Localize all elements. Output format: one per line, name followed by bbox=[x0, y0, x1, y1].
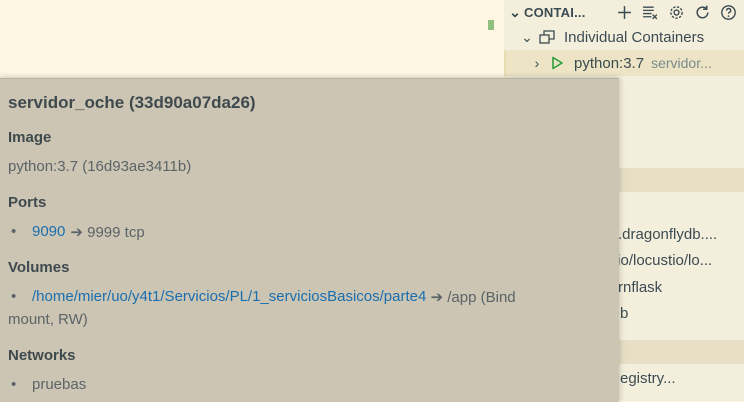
tree-item-container[interactable]: › python:3.7 servidor... bbox=[504, 50, 744, 76]
refresh-icon[interactable] bbox=[692, 2, 712, 22]
container-image-name: python:3.7 bbox=[574, 54, 645, 72]
bullet: • bbox=[11, 288, 17, 305]
image-heading: Image bbox=[8, 129, 52, 146]
volume-path-link[interactable]: /home/mier/uo/y4t1/Servicios/PL/1_servic… bbox=[32, 288, 426, 306]
volumes-heading: Volumes bbox=[8, 259, 70, 276]
network-entry: • pruebas bbox=[8, 376, 86, 393]
group-label: Individual Containers bbox=[564, 28, 705, 46]
selection-indicator bbox=[504, 50, 506, 76]
container-name: servidor... bbox=[651, 55, 712, 71]
chevron-down-icon: ⌄ bbox=[509, 3, 521, 20]
image-value: python:3.7 (16d93ae3411b) bbox=[8, 158, 192, 175]
container-hover-tooltip: servidor_oche (33d90a07da26) Image pytho… bbox=[0, 78, 619, 402]
port-link[interactable]: 9090 bbox=[32, 223, 65, 241]
network-name: pruebas bbox=[32, 376, 87, 393]
gutter-change-marker bbox=[488, 20, 494, 30]
networks-heading: Networks bbox=[8, 347, 76, 364]
port-mapping: ➔ 9999 tcp bbox=[70, 224, 145, 241]
volume-mapping: ➔ /app (Bind bbox=[426, 289, 516, 306]
filter-list-icon[interactable] bbox=[640, 2, 660, 22]
add-icon[interactable] bbox=[614, 2, 634, 22]
gear-icon[interactable] bbox=[666, 2, 686, 22]
chevron-right-icon: › bbox=[534, 55, 540, 71]
bullet: • bbox=[11, 376, 17, 393]
bullet: • bbox=[11, 223, 17, 240]
ports-heading: Ports bbox=[8, 194, 47, 211]
section-title: CONTAI... bbox=[524, 4, 586, 20]
windows-group-icon bbox=[536, 29, 558, 45]
port-entry: • 9090 ➔ 9999 tcp bbox=[8, 223, 145, 241]
chevron-down-icon: ⌄ bbox=[521, 28, 533, 45]
volume-entry: • /home/mier/uo/y4t1/Servicios/PL/1_serv… bbox=[8, 288, 516, 306]
tree-group-individual-containers[interactable]: ⌄ Individual Containers bbox=[504, 24, 744, 50]
tooltip-title: servidor_oche (33d90a07da26) bbox=[8, 93, 256, 112]
section-toolbar bbox=[614, 0, 738, 24]
volume-mapping-continued: mount, RW) bbox=[8, 311, 88, 328]
play-icon bbox=[546, 56, 568, 70]
help-icon[interactable] bbox=[718, 2, 738, 22]
